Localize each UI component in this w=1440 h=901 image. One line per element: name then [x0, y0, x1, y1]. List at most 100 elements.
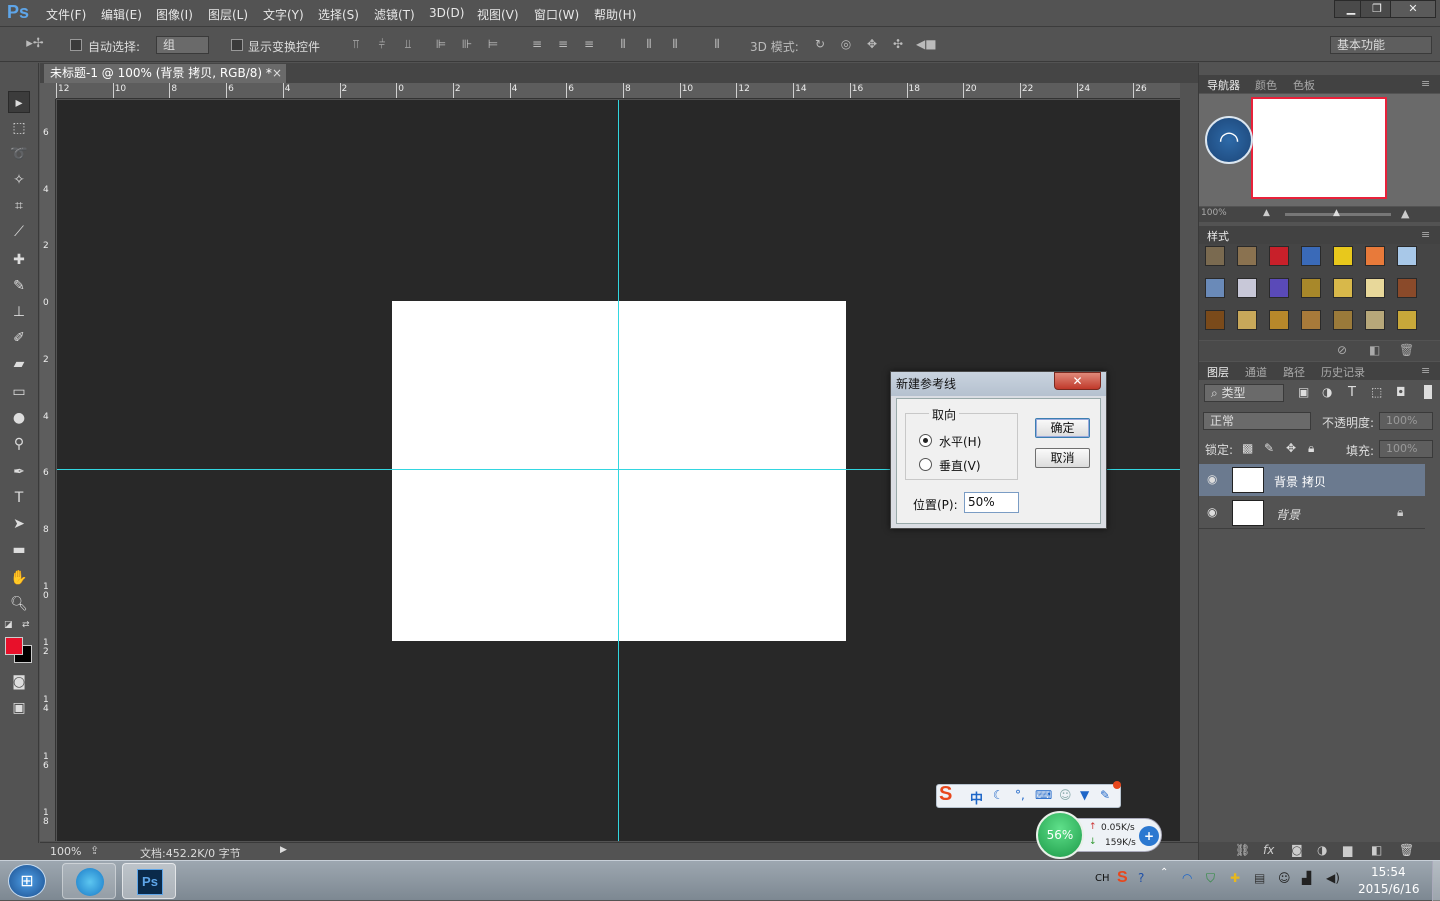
style-swatch[interactable]: [1205, 310, 1225, 330]
layer-mask-icon[interactable]: ◙: [1291, 843, 1303, 857]
distribute-left-icon[interactable]: ⦀: [615, 37, 631, 51]
align-left-icon[interactable]: ⊫: [433, 37, 449, 51]
distribute-bottom-icon[interactable]: ≡: [581, 37, 597, 51]
start-button[interactable]: ⊞: [8, 864, 46, 898]
lock-transparent-icon[interactable]: ▩: [1242, 441, 1253, 455]
tab-history[interactable]: 历史记录: [1321, 364, 1365, 380]
style-swatch[interactable]: [1397, 278, 1417, 298]
menu-filter[interactable]: 滤镜(T): [374, 6, 415, 23]
distribute-right-icon[interactable]: ⦀: [667, 37, 683, 51]
menu-edit[interactable]: 编辑(E): [101, 6, 142, 23]
quick-mask-icon[interactable]: ◙: [8, 671, 30, 693]
blend-mode-dropdown[interactable]: 正常: [1203, 412, 1311, 430]
tray-shield-icon[interactable]: ⛉: [1206, 871, 1215, 886]
brush-tool-icon[interactable]: ✎: [8, 275, 30, 297]
lock-position-icon[interactable]: ✥: [1286, 441, 1296, 455]
link-layers-icon[interactable]: ⛓: [1235, 843, 1250, 857]
tray-expand-icon[interactable]: ⌃: [1160, 867, 1168, 878]
type-tool-icon[interactable]: T: [8, 487, 30, 509]
ime-mode-label[interactable]: 中: [970, 788, 983, 807]
style-swatch[interactable]: [1397, 310, 1417, 330]
layer-group-icon[interactable]: ▆: [1343, 843, 1352, 857]
style-swatch[interactable]: [1397, 246, 1417, 266]
ime-keyboard-icon[interactable]: ⌨: [1035, 788, 1052, 802]
3d-pan-icon[interactable]: ✥: [864, 37, 880, 51]
ime-punct-icon[interactable]: °,: [1015, 788, 1025, 802]
zoom-tool-icon[interactable]: 🔍︎: [8, 593, 30, 615]
horizontal-label[interactable]: 水平(H): [939, 433, 981, 450]
zoom-out-icon[interactable]: ▲: [1263, 208, 1270, 218]
style-swatch[interactable]: [1205, 246, 1225, 266]
magic-wand-tool-icon[interactable]: ✧: [8, 169, 30, 191]
clock-time[interactable]: 15:54: [1371, 865, 1406, 879]
opacity-input[interactable]: 100%: [1379, 412, 1433, 430]
delete-style-icon[interactable]: 🗑︎: [1399, 343, 1414, 357]
screen-mode-icon[interactable]: ▣: [8, 697, 30, 719]
auto-select-dropdown[interactable]: 组: [156, 36, 209, 54]
ok-button[interactable]: 确定: [1035, 418, 1090, 438]
layer-fx-icon[interactable]: fx: [1263, 843, 1274, 857]
menu-view[interactable]: 视图(V): [477, 6, 519, 23]
dialog-close-button[interactable]: ✕: [1054, 372, 1101, 390]
default-colors-icon[interactable]: ◪: [4, 620, 14, 630]
layers-menu-icon[interactable]: ≡: [1421, 364, 1430, 377]
close-window-button[interactable]: ✕: [1390, 0, 1436, 18]
sogou-logo-icon[interactable]: S: [939, 783, 952, 806]
layer-name[interactable]: 背景: [1276, 506, 1300, 523]
gradient-tool-icon[interactable]: ▭: [8, 381, 30, 403]
ime-user-icon[interactable]: ☺: [1059, 788, 1072, 802]
filter-adjust-icon[interactable]: ◑: [1322, 385, 1332, 399]
style-swatch[interactable]: [1333, 278, 1353, 298]
menu-window[interactable]: 窗口(W): [534, 6, 579, 23]
tray-help-icon[interactable]: ?: [1138, 871, 1144, 885]
crop-tool-icon[interactable]: ⌗: [8, 195, 30, 217]
tab-styles[interactable]: 样式: [1207, 228, 1229, 244]
restore-button[interactable]: ❐: [1360, 0, 1394, 18]
auto-align-icon[interactable]: ⦀: [709, 37, 725, 51]
dodge-tool-icon[interactable]: ⚲: [8, 433, 30, 455]
healing-brush-tool-icon[interactable]: ✚: [8, 249, 30, 271]
style-swatch[interactable]: [1333, 310, 1353, 330]
tab-channels[interactable]: 通道: [1245, 364, 1267, 380]
menu-image[interactable]: 图像(I): [156, 6, 193, 23]
cancel-button[interactable]: 取消: [1035, 448, 1090, 468]
horizontal-radio[interactable]: [919, 434, 932, 447]
lasso-tool-icon[interactable]: ➰: [8, 143, 30, 165]
taskbar-photoshop[interactable]: Ps: [122, 863, 176, 899]
foreground-color-swatch[interactable]: [5, 637, 23, 655]
document-canvas[interactable]: [392, 301, 846, 641]
style-swatch[interactable]: [1237, 278, 1257, 298]
style-swatch[interactable]: [1365, 310, 1385, 330]
tray-qq-icon[interactable]: ☺: [1278, 871, 1291, 885]
clear-style-icon[interactable]: ⊘: [1337, 343, 1347, 357]
new-layer-icon[interactable]: ◧: [1371, 843, 1382, 857]
ime-moon-icon[interactable]: ☾: [993, 788, 1004, 802]
distribute-hcenter-icon[interactable]: ⦀: [641, 37, 657, 51]
layer-row-background-copy[interactable]: ◉ 背景 拷贝: [1199, 464, 1425, 496]
align-right-icon[interactable]: ⊨: [485, 37, 501, 51]
eraser-tool-icon[interactable]: ▰: [8, 353, 30, 375]
tray-plus-icon[interactable]: ✚: [1230, 871, 1240, 885]
visibility-eye-icon[interactable]: ◉: [1207, 472, 1217, 486]
distribute-top-icon[interactable]: ≡: [529, 37, 545, 51]
tab-swatches[interactable]: 色板: [1293, 77, 1315, 93]
swap-colors-icon[interactable]: ⇄: [22, 620, 32, 630]
rectangle-tool-icon[interactable]: ▬: [8, 539, 30, 561]
workspace-dropdown[interactable]: 基本功能: [1330, 36, 1432, 54]
share-icon[interactable]: ⇪: [90, 844, 99, 857]
layer-filter-dropdown[interactable]: ⌕ 类型: [1204, 384, 1284, 402]
history-brush-tool-icon[interactable]: ✐: [8, 327, 30, 349]
delete-layer-icon[interactable]: 🗑︎: [1399, 843, 1414, 857]
zoom-level[interactable]: 100%: [50, 845, 81, 858]
clock-date[interactable]: 2015/6/16: [1358, 882, 1420, 896]
filter-toggle[interactable]: [1424, 385, 1432, 399]
position-input[interactable]: 50%: [964, 492, 1019, 513]
clone-stamp-tool-icon[interactable]: ⊥: [8, 301, 30, 323]
style-swatch[interactable]: [1237, 310, 1257, 330]
align-hcenter-icon[interactable]: ⊪: [459, 37, 475, 51]
taskbar-browser[interactable]: [62, 863, 116, 899]
lock-pixels-icon[interactable]: ✎: [1264, 441, 1274, 455]
zoom-in-icon[interactable]: ▲: [1401, 207, 1409, 220]
navigator-zoom-thumb[interactable]: ▲: [1333, 208, 1340, 218]
path-selection-tool-icon[interactable]: ➤: [8, 513, 30, 535]
